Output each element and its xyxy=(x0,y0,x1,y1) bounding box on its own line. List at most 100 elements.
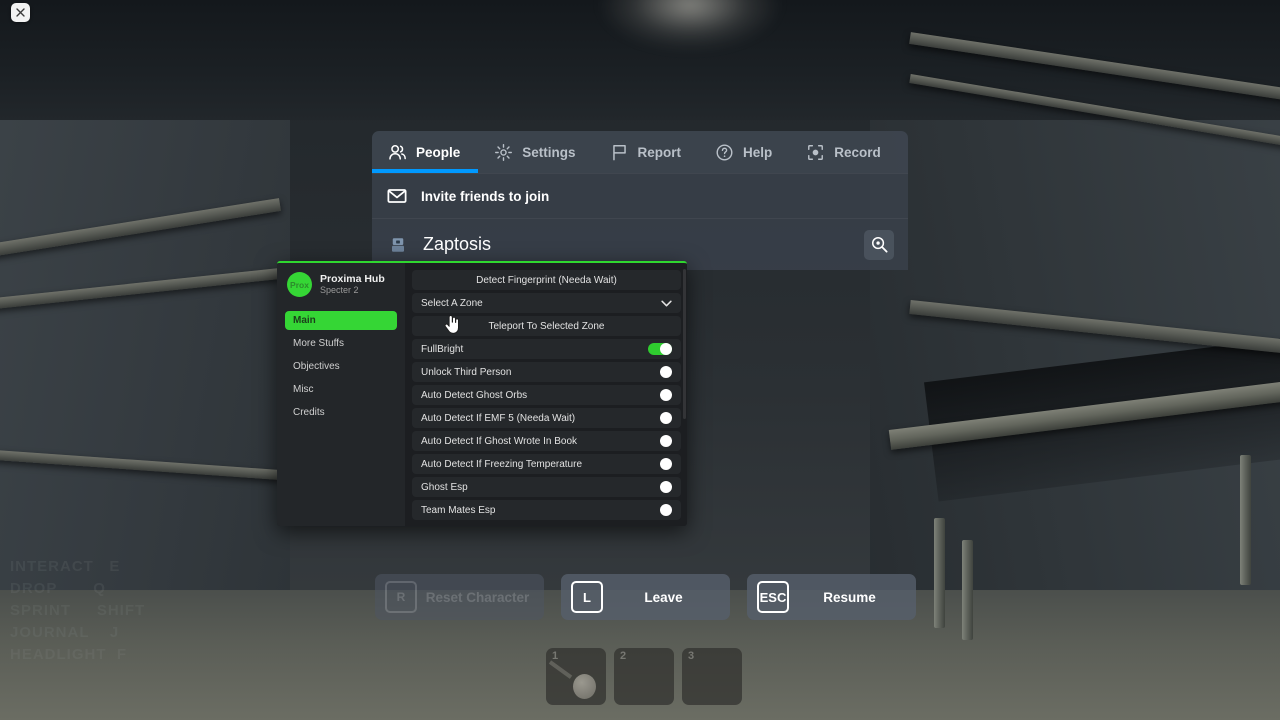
auto-detect-emf5-toggle-row[interactable]: Auto Detect If EMF 5 (Needa Wait) xyxy=(412,408,681,428)
scene-shelf-post xyxy=(1240,455,1251,585)
control-label: Team Mates Esp xyxy=(421,504,496,516)
scene-shelf-post xyxy=(962,540,973,640)
unlock-third-person-toggle[interactable] xyxy=(648,366,672,378)
hotbar-slot-number: 3 xyxy=(688,650,695,662)
nav-item-objectives[interactable]: Objectives xyxy=(285,357,397,376)
invite-label: Invite friends to join xyxy=(421,188,550,204)
toggle-knob xyxy=(660,343,672,355)
ghost-esp-toggle[interactable] xyxy=(648,481,672,493)
tab-label: People xyxy=(416,144,461,160)
auto-detect-ghost-book-toggle-row[interactable]: Auto Detect If Ghost Wrote In Book xyxy=(412,431,681,451)
auto-detect-freezing-toggle-row[interactable]: Auto Detect If Freezing Temperature xyxy=(412,454,681,474)
control-label: Select A Zone xyxy=(421,297,483,309)
key-r: R xyxy=(385,581,417,613)
select-zone-dropdown[interactable]: Select A Zone xyxy=(412,293,681,313)
flashlight-lens-icon xyxy=(573,674,596,699)
script-hub-brand: Prox Proxima Hub Specter 2 xyxy=(285,272,397,297)
control-label: FullBright xyxy=(421,343,464,355)
question-icon xyxy=(716,144,733,160)
tab-report[interactable]: Report xyxy=(594,131,700,173)
toggle-knob xyxy=(660,412,672,424)
nav-item-misc[interactable]: Misc xyxy=(285,380,397,399)
tab-settings[interactable]: Settings xyxy=(478,131,593,173)
auto-detect-ghost-book-toggle[interactable] xyxy=(648,435,672,447)
auto-detect-freezing-toggle[interactable] xyxy=(648,458,672,470)
people-icon xyxy=(389,144,406,160)
control-label: Auto Detect If EMF 5 (Needa Wait) xyxy=(421,412,576,424)
nav-item-credits[interactable]: Credits xyxy=(285,403,397,422)
inspect-player-button[interactable] xyxy=(864,229,894,260)
fullbright-toggle-row[interactable]: FullBright xyxy=(412,339,681,359)
keybind-legend: INTERACT E DROP Q SPRINT SHIFT JOURNAL J… xyxy=(10,558,146,663)
fullbright-toggle[interactable] xyxy=(648,343,672,355)
close-icon xyxy=(16,8,25,17)
nav-item-more-stuffs[interactable]: More Stuffs xyxy=(285,334,397,353)
hub-logo: Prox xyxy=(287,272,312,297)
key-esc: ESC xyxy=(757,581,789,613)
tab-label: Settings xyxy=(522,144,576,160)
teleport-to-zone-button[interactable]: Teleport To Selected Zone xyxy=(412,316,681,336)
record-icon xyxy=(808,144,824,160)
menu-tab-bar: People Settings Report Help Record xyxy=(372,131,908,173)
control-label: Teleport To Selected Zone xyxy=(488,320,605,332)
tab-label: Report xyxy=(637,144,682,160)
nav-item-main[interactable]: Main xyxy=(285,311,397,330)
toggle-knob xyxy=(660,481,672,493)
tab-record[interactable]: Record xyxy=(790,131,899,173)
leave-label: Leave xyxy=(644,589,683,605)
auto-detect-emf5-toggle[interactable] xyxy=(648,412,672,424)
player-name: Zaptosis xyxy=(423,234,492,254)
hotbar-slot-number: 1 xyxy=(552,650,559,662)
tab-label: Record xyxy=(834,144,881,160)
hub-name: Proxima Hub xyxy=(320,273,385,286)
envelope-icon xyxy=(387,189,407,203)
hotbar-slot[interactable]: 1 xyxy=(546,648,606,705)
toggle-knob xyxy=(660,366,672,378)
auto-detect-ghost-orbs-toggle[interactable] xyxy=(648,389,672,401)
control-label: Ghost Esp xyxy=(421,481,468,493)
control-label: Auto Detect Ghost Orbs xyxy=(421,389,528,401)
flashlight-icon xyxy=(548,660,573,679)
ghost-esp-toggle-row[interactable]: Ghost Esp xyxy=(412,477,681,497)
control-label: Unlock Third Person xyxy=(421,366,512,378)
magnifier-eye-icon xyxy=(871,237,888,253)
flag-icon xyxy=(612,144,626,160)
gear-icon xyxy=(495,143,513,161)
action-button-bar: R Reset Character L Leave ESC Resume xyxy=(375,574,916,620)
tab-label: Help xyxy=(743,144,773,160)
chevron-down-icon xyxy=(661,300,672,306)
reset-character-button: R Reset Character xyxy=(375,574,544,620)
script-hub-panel: Prox Proxima Hub Specter 2 Main More Stu… xyxy=(277,261,687,526)
toggle-knob xyxy=(660,458,672,470)
leave-button[interactable]: L Leave xyxy=(561,574,730,620)
hotbar-slot[interactable]: 2 xyxy=(614,648,674,705)
escape-menu: People Settings Report Help Record Invit… xyxy=(372,131,908,270)
script-hub-scrollbar[interactable] xyxy=(683,269,686,419)
hub-subtitle: Specter 2 xyxy=(320,285,359,296)
avatar-icon xyxy=(392,237,404,252)
toggle-knob xyxy=(660,504,672,516)
unlock-third-person-toggle-row[interactable]: Unlock Third Person xyxy=(412,362,681,382)
control-label: Auto Detect If Ghost Wrote In Book xyxy=(421,435,578,447)
key-l: L xyxy=(571,581,603,613)
hotbar: 1 2 3 xyxy=(546,648,742,705)
reset-character-label: Reset Character xyxy=(425,589,530,605)
toggle-knob xyxy=(660,389,672,401)
control-label: Detect Fingerprint (Needa Wait) xyxy=(476,274,617,286)
auto-detect-ghost-orbs-toggle-row[interactable]: Auto Detect Ghost Orbs xyxy=(412,385,681,405)
hotbar-slot[interactable]: 3 xyxy=(682,648,742,705)
resume-label: Resume xyxy=(823,589,876,605)
close-button[interactable] xyxy=(11,3,30,22)
tab-people[interactable]: People xyxy=(372,131,479,173)
script-hub-controls: Detect Fingerprint (Needa Wait) Select A… xyxy=(405,263,687,526)
scene-shelf-post xyxy=(934,518,945,628)
hotbar-slot-number: 2 xyxy=(620,650,627,662)
team-mates-esp-toggle[interactable] xyxy=(648,504,672,516)
toggle-knob xyxy=(660,435,672,447)
detect-fingerprint-button[interactable]: Detect Fingerprint (Needa Wait) xyxy=(412,270,681,290)
resume-button[interactable]: ESC Resume xyxy=(747,574,916,620)
script-hub-sidebar: Prox Proxima Hub Specter 2 Main More Stu… xyxy=(277,263,405,526)
team-mates-esp-toggle-row[interactable]: Team Mates Esp xyxy=(412,500,681,520)
tab-help[interactable]: Help xyxy=(699,131,790,173)
invite-friends-row[interactable]: Invite friends to join xyxy=(372,173,908,218)
